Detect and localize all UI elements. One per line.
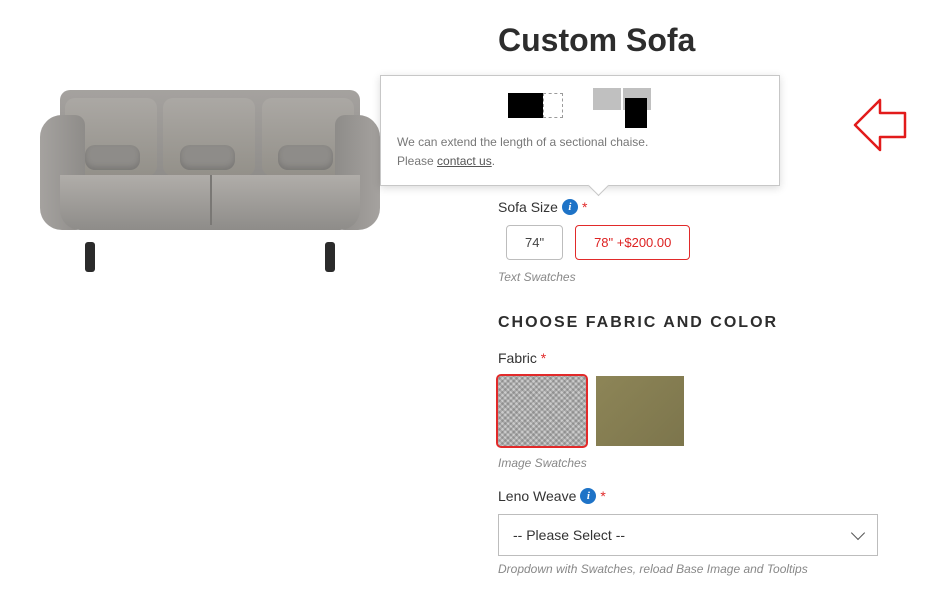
contact-us-link[interactable]: contact us (437, 154, 492, 168)
leno-weave-label: Leno Weave i * (498, 488, 908, 504)
info-icon[interactable]: i (562, 199, 578, 215)
leno-helper-text: Dropdown with Swatches, reload Base Imag… (498, 562, 908, 576)
fabric-swatch-grey[interactable] (498, 376, 586, 446)
required-mark: * (582, 199, 587, 215)
tooltip-text-line1: We can extend the length of a sectional … (397, 133, 763, 152)
chevron-down-icon (851, 526, 865, 540)
fabric-section-heading: CHOOSE FABRIC AND COLOR (498, 314, 908, 332)
size-helper-text: Text Swatches (498, 270, 908, 284)
fabric-helper-text: Image Swatches (498, 456, 908, 470)
leno-weave-select[interactable]: -- Please Select -- (498, 514, 878, 556)
fabric-swatch-olive[interactable] (596, 376, 684, 446)
tooltip-text-line2: Please contact us. (397, 152, 763, 171)
select-placeholder: -- Please Select -- (513, 527, 625, 543)
chaise-extension-tooltip: We can extend the length of a sectional … (380, 75, 780, 186)
size-option-78[interactable]: 78" +$200.00 (575, 225, 690, 260)
product-title: Custom Sofa (498, 22, 908, 59)
annotation-arrow-icon (820, 85, 910, 165)
sofa-size-label: Sofa Size i * (498, 199, 908, 215)
chaise-layout-icon-1[interactable] (508, 88, 568, 123)
info-icon[interactable]: i (580, 488, 596, 504)
size-option-74[interactable]: 74" (506, 225, 563, 260)
fabric-label: Fabric * (498, 350, 908, 366)
chaise-layout-icon-2[interactable] (593, 88, 653, 123)
product-image (30, 90, 390, 270)
